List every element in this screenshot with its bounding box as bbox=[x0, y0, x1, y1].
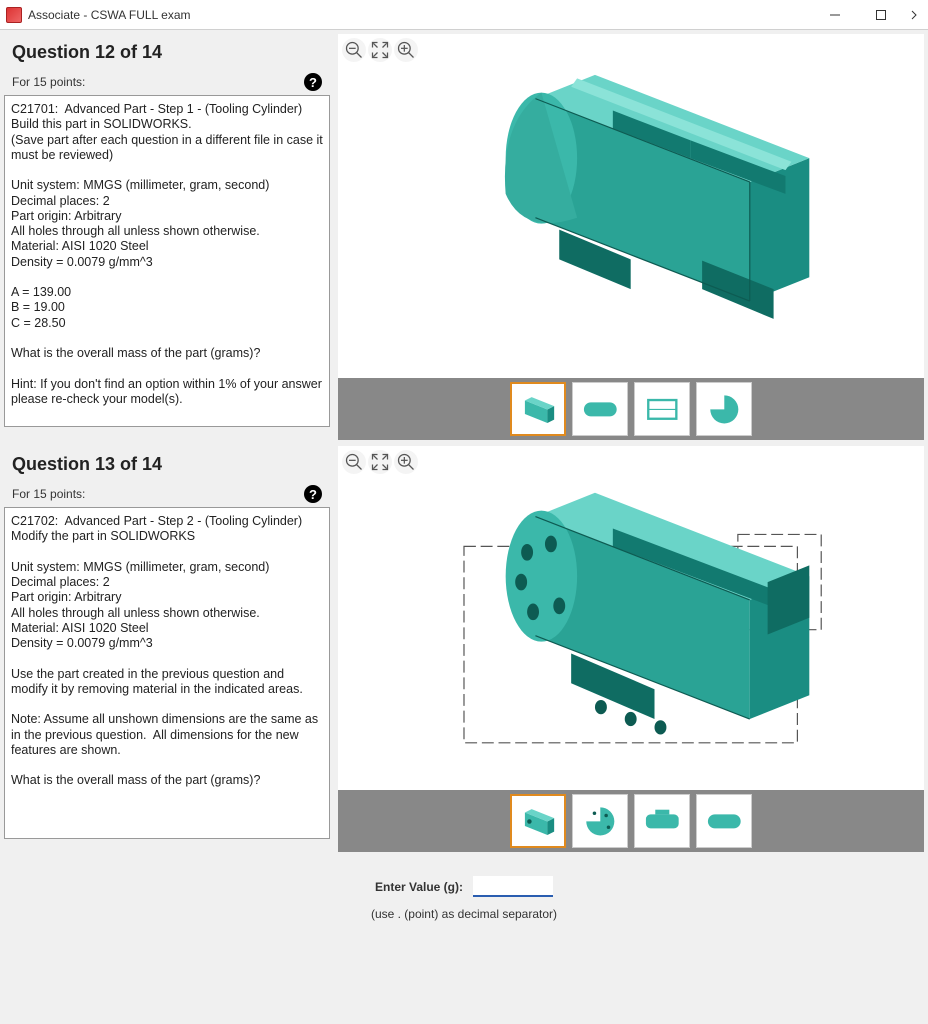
answer-area: Enter Value (g): (use . (point) as decim… bbox=[0, 852, 928, 921]
question-12-part-image bbox=[367, 51, 894, 361]
question-12-viewer[interactable] bbox=[338, 34, 924, 378]
question-13-viewer[interactable] bbox=[338, 446, 924, 790]
thumb-q12-3[interactable] bbox=[634, 382, 690, 436]
window-title: Associate - CSWA FULL exam bbox=[28, 8, 191, 22]
question-12-image-pane bbox=[338, 34, 924, 440]
thumb-q12-4[interactable] bbox=[696, 382, 752, 436]
help-icon[interactable]: ? bbox=[304, 73, 322, 91]
thumb-q12-1[interactable] bbox=[510, 382, 566, 436]
zoom-in-icon[interactable] bbox=[394, 450, 418, 474]
thumb-q13-1[interactable] bbox=[510, 794, 566, 848]
question-12-thumbstrip bbox=[338, 378, 924, 440]
thumb-q13-2[interactable] bbox=[572, 794, 628, 848]
zoom-fit-icon[interactable] bbox=[368, 38, 392, 62]
window-titlebar: Associate - CSWA FULL exam bbox=[0, 0, 928, 30]
app-icon bbox=[6, 7, 22, 23]
question-13-image-pane bbox=[338, 446, 924, 852]
question-13-part-image bbox=[367, 463, 894, 773]
question-13-pane: Question 13 of 14 For 15 points: ? C2170… bbox=[4, 446, 330, 852]
thumb-q13-4[interactable] bbox=[696, 794, 752, 848]
window-next-button[interactable] bbox=[904, 0, 924, 30]
question-13-header: Question 13 of 14 bbox=[12, 454, 330, 475]
answer-hint: (use . (point) as decimal separator) bbox=[0, 907, 928, 921]
zoom-in-icon[interactable] bbox=[394, 38, 418, 62]
question-13-thumbstrip bbox=[338, 790, 924, 852]
window-maximize-button[interactable] bbox=[858, 0, 904, 30]
question-12-pane: Question 12 of 14 For 15 points: ? C2170… bbox=[4, 34, 330, 440]
answer-label: Enter Value (g): bbox=[375, 880, 463, 894]
answer-value-input[interactable] bbox=[473, 876, 553, 897]
question-13-body[interactable]: C21702: Advanced Part - Step 2 - (Toolin… bbox=[4, 507, 330, 839]
thumb-q13-3[interactable] bbox=[634, 794, 690, 848]
question-13-points: For 15 points: bbox=[12, 487, 304, 501]
window-minimize-button[interactable] bbox=[812, 0, 858, 30]
help-icon[interactable]: ? bbox=[304, 485, 322, 503]
question-12-header: Question 12 of 14 bbox=[12, 42, 330, 63]
thumb-q12-2[interactable] bbox=[572, 382, 628, 436]
zoom-out-icon[interactable] bbox=[342, 450, 366, 474]
zoom-fit-icon[interactable] bbox=[368, 450, 392, 474]
question-12-points: For 15 points: bbox=[12, 75, 304, 89]
zoom-out-icon[interactable] bbox=[342, 38, 366, 62]
question-12-body[interactable]: C21701: Advanced Part - Step 1 - (Toolin… bbox=[4, 95, 330, 427]
